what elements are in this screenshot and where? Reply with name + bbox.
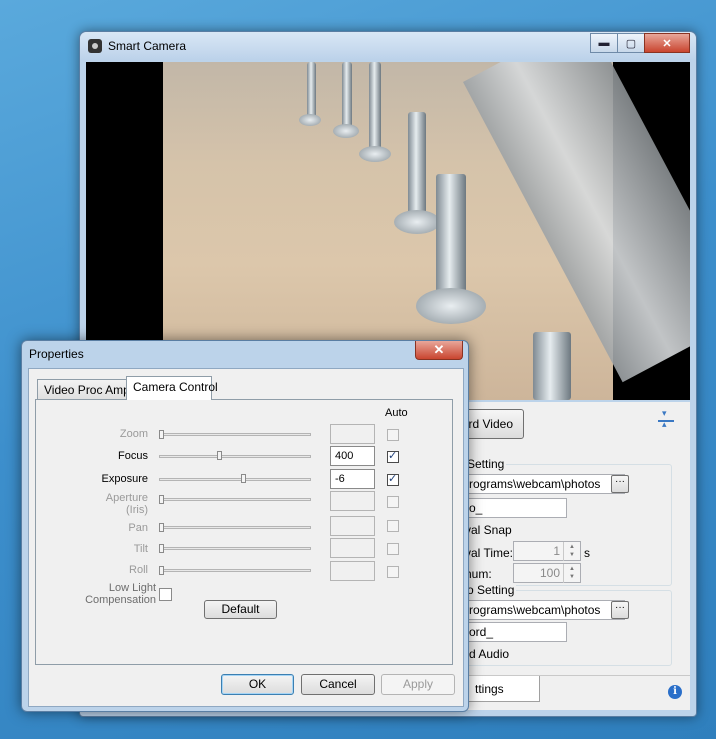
interval-time-spinner[interactable]: 1 ▲ ▼ (513, 541, 581, 561)
tab-settings[interactable]: ttings (466, 676, 540, 702)
main-title-bar[interactable]: Smart Camera ▬ ▢ ✕ (80, 32, 696, 60)
apply-button: Apply (381, 674, 455, 695)
photo-prefix-field[interactable]: o_ (465, 498, 567, 518)
ok-button[interactable]: OK (221, 674, 294, 695)
screw-image (408, 112, 426, 216)
info-icon[interactable]: i (668, 685, 682, 699)
maximum-spinner[interactable]: 100 ▲ ▼ (513, 563, 581, 583)
video-setting-title: o Setting (465, 583, 517, 597)
camera-control-panel: Auto Zoom Focus 400 Exposure -6 Aperture… (35, 399, 453, 665)
interval-time-label: val Time: (465, 546, 514, 560)
video-path-field[interactable]: rograms\webcam\photos (465, 600, 625, 620)
pan-label: Pan (128, 522, 148, 534)
auto-column-header: Auto (385, 407, 408, 419)
maximum-value: 100 (539, 566, 560, 580)
photo-setting-title: Setting (465, 457, 507, 471)
spinner-arrows-icon[interactable]: ▲ ▼ (563, 542, 580, 561)
aperture-value (330, 491, 375, 511)
screw-image (533, 332, 571, 400)
cancel-button[interactable]: Cancel (301, 674, 375, 695)
zoom-label: Zoom (119, 428, 148, 440)
aperture-label: Aperture (Iris) (105, 492, 148, 516)
aperture-slider-thumb (159, 495, 164, 504)
dialog-body: Video Proc Amp Camera Control Auto Zoom … (28, 368, 464, 707)
record-audio-label[interactable]: rd Audio (465, 647, 509, 661)
tilt-auto-checkbox (387, 543, 399, 555)
focus-slider[interactable] (159, 455, 311, 458)
zoom-auto-checkbox (387, 429, 399, 441)
tilt-value (330, 538, 375, 558)
roll-label: Roll (129, 564, 148, 576)
maximum-label: num: (465, 567, 492, 581)
close-button[interactable]: ✕ (644, 33, 690, 53)
video-prefix-field[interactable]: ord_ (465, 622, 567, 642)
dialog-close-button[interactable]: ✕ (415, 341, 463, 360)
exposure-label: Exposure (101, 473, 148, 485)
screw-image (436, 174, 466, 302)
tilt-slider-thumb (159, 544, 164, 553)
focus-auto-checkbox[interactable] (387, 449, 399, 463)
screw-head-image (333, 124, 359, 138)
video-browse-button[interactable]: ··· (611, 601, 629, 619)
photo-path-field[interactable]: rograms\webcam\photos (465, 474, 625, 494)
screw-head-image (416, 288, 486, 324)
spinner-arrows-icon[interactable]: ▲ ▼ (563, 564, 580, 583)
window-title: Smart Camera (108, 39, 187, 53)
maximize-button[interactable]: ▢ (617, 33, 645, 53)
tab-video-proc-amp[interactable]: Video Proc Amp (37, 379, 130, 399)
exposure-slider[interactable] (159, 478, 311, 481)
aperture-slider (159, 498, 311, 501)
ruler-image (463, 62, 690, 383)
focus-slider-thumb[interactable] (217, 451, 222, 460)
screw-head-image (299, 114, 321, 126)
zoom-value (330, 424, 375, 444)
photo-setting-group: Setting rograms\webcam\photos ··· o_ val… (464, 457, 672, 586)
low-light-label: Low Light Compensation (85, 582, 156, 606)
roll-slider-thumb (159, 566, 164, 575)
aperture-auto-checkbox (387, 496, 399, 508)
zoom-slider (159, 433, 311, 436)
low-light-checkbox[interactable] (159, 588, 172, 601)
pan-slider-thumb (159, 523, 164, 532)
caption-buttons: ▬ ▢ ✕ (590, 33, 690, 53)
roll-value (330, 561, 375, 581)
interval-unit-label: s (584, 546, 590, 560)
dialog-title: Properties (29, 347, 84, 361)
tilt-slider (159, 547, 311, 550)
photo-browse-button[interactable]: ··· (611, 475, 629, 493)
interval-snap-label[interactable]: val Snap (465, 523, 512, 537)
roll-slider (159, 569, 311, 572)
pan-value (330, 516, 375, 536)
screw-image (369, 62, 381, 150)
exposure-value[interactable]: -6 (330, 469, 375, 489)
properties-dialog: Properties ✕ Video Proc Amp Camera Contr… (21, 340, 469, 712)
tilt-label: Tilt (133, 543, 148, 555)
interval-time-value: 1 (553, 544, 560, 558)
screw-head-image (359, 146, 391, 162)
focus-label: Focus (118, 450, 148, 462)
video-setting-group: o Setting rograms\webcam\photos ··· ord_… (464, 583, 672, 666)
tab-camera-control[interactable]: Camera Control (126, 376, 218, 400)
pan-slider (159, 526, 311, 529)
roll-auto-checkbox (387, 566, 399, 578)
minimize-button[interactable]: ▬ (590, 33, 618, 53)
camera-app-icon (88, 39, 102, 53)
screw-image (342, 62, 352, 128)
focus-value[interactable]: 400 (330, 446, 375, 466)
screw-head-image (394, 210, 440, 234)
exposure-auto-checkbox[interactable] (387, 472, 399, 486)
default-button[interactable]: Default (204, 600, 277, 619)
collapse-icon[interactable] (656, 408, 676, 432)
screw-image (307, 62, 316, 120)
pan-auto-checkbox (387, 520, 399, 532)
zoom-slider-thumb (159, 430, 164, 439)
exposure-slider-thumb[interactable] (241, 474, 246, 483)
